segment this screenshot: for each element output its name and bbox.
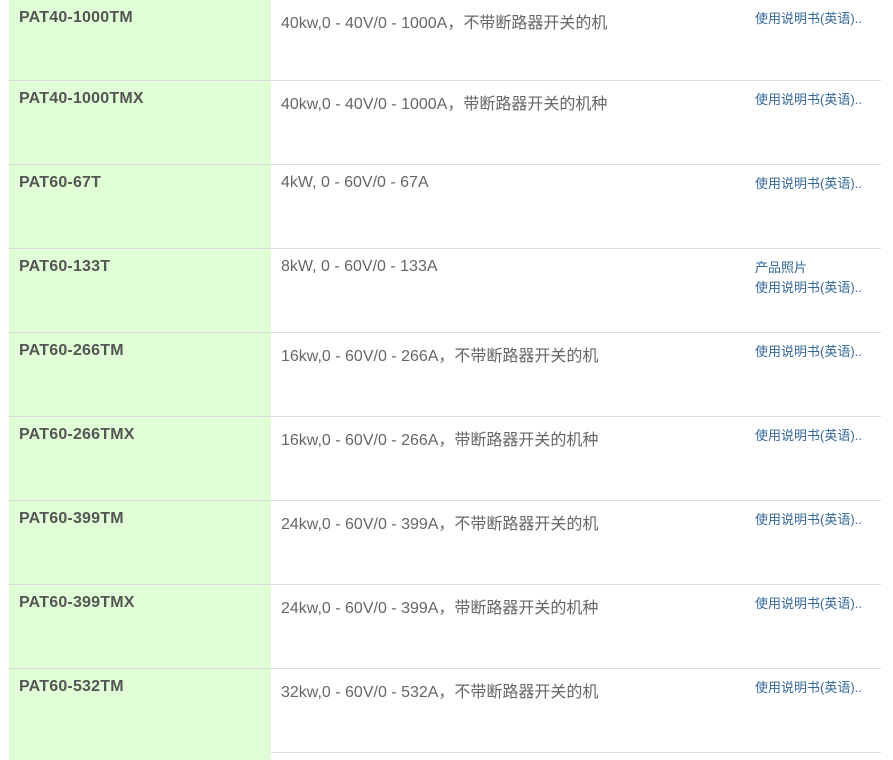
manual-link[interactable]: 使用说明书(英语).. bbox=[755, 90, 881, 110]
description-cell: 40kw,0 - 40V/0 - 1000A，不带断路器开关的机 bbox=[281, 15, 608, 32]
manual-link[interactable]: 使用说明书(英语).. bbox=[755, 9, 881, 29]
links-cell: 使用说明书(英语).. bbox=[755, 174, 881, 194]
description-cell: 8kW, 0 - 60V/0 - 133A bbox=[281, 258, 438, 275]
description-cell: 24kw,0 - 60V/0 - 399A，不带断路器开关的机 bbox=[281, 516, 599, 533]
links-cell: 使用说明书(英语).. bbox=[755, 678, 881, 698]
table-row: PAT60-399TM 24kw,0 - 60V/0 - 399A，不带断路器开… bbox=[9, 501, 881, 585]
manual-link[interactable]: 使用说明书(英语).. bbox=[755, 174, 881, 194]
links-cell: 使用说明书(英语).. bbox=[755, 510, 881, 530]
product-table: PAT40-1000TM 40kw,0 - 40V/0 - 1000A，不带断路… bbox=[9, 0, 881, 753]
table-row: PAT60-67T 4kW, 0 - 60V/0 - 67A 使用说明书(英语)… bbox=[9, 165, 881, 249]
manual-link[interactable]: 使用说明书(英语).. bbox=[755, 278, 881, 298]
table-row: PAT60-532TM 32kw,0 - 60V/0 - 532A，不带断路器开… bbox=[9, 669, 881, 753]
table-row: PAT40-1000TM 40kw,0 - 40V/0 - 1000A，不带断路… bbox=[9, 0, 881, 81]
model-name: PAT60-532TM bbox=[19, 678, 124, 695]
links-cell: 使用说明书(英语).. bbox=[755, 9, 881, 29]
model-name: PAT60-67T bbox=[19, 174, 102, 191]
links-cell: 使用说明书(英语).. bbox=[755, 594, 881, 614]
description-cell: 40kw,0 - 40V/0 - 1000A，带断路器开关的机种 bbox=[281, 96, 608, 113]
links-cell: 使用说明书(英语).. bbox=[755, 90, 881, 110]
model-name: PAT60-133T bbox=[19, 258, 111, 275]
links-cell: 产品照片 使用说明书(英语).. bbox=[755, 258, 881, 298]
next-row-model-cell bbox=[9, 752, 271, 760]
model-cell: PAT40-1000TM bbox=[9, 0, 271, 80]
manual-link[interactable]: 使用说明书(英语).. bbox=[755, 678, 881, 698]
table-row: PAT60-133T 8kW, 0 - 60V/0 - 133A 产品照片 使用… bbox=[9, 249, 881, 333]
model-name: PAT60-266TM bbox=[19, 342, 124, 359]
model-cell: PAT60-399TM bbox=[9, 501, 271, 584]
model-cell: PAT60-266TM bbox=[9, 333, 271, 416]
manual-link[interactable]: 使用说明书(英语).. bbox=[755, 510, 881, 530]
description-cell: 32kw,0 - 60V/0 - 532A，不带断路器开关的机 bbox=[281, 684, 599, 701]
manual-link[interactable]: 使用说明书(英语).. bbox=[755, 426, 881, 446]
model-name: PAT40-1000TM bbox=[19, 9, 133, 26]
links-cell: 使用说明书(英语).. bbox=[755, 426, 881, 446]
model-cell: PAT60-133T bbox=[9, 249, 271, 332]
model-name: PAT60-399TMX bbox=[19, 594, 135, 611]
table-row: PAT60-266TM 16kw,0 - 60V/0 - 266A，不带断路器开… bbox=[9, 333, 881, 417]
description-cell: 16kw,0 - 60V/0 - 266A，带断路器开关的机种 bbox=[281, 432, 599, 449]
links-cell: 使用说明书(英语).. bbox=[755, 342, 881, 362]
product-photo-link[interactable]: 产品照片 bbox=[755, 258, 881, 278]
model-cell: PAT60-399TMX bbox=[9, 585, 271, 668]
model-cell: PAT60-266TMX bbox=[9, 417, 271, 500]
model-cell: PAT60-67T bbox=[9, 165, 271, 248]
model-cell: PAT40-1000TMX bbox=[9, 81, 271, 164]
description-cell: 16kw,0 - 60V/0 - 266A，不带断路器开关的机 bbox=[281, 348, 599, 365]
table-row: PAT60-266TMX 16kw,0 - 60V/0 - 266A，带断路器开… bbox=[9, 417, 881, 501]
model-name: PAT40-1000TMX bbox=[19, 90, 144, 107]
manual-link[interactable]: 使用说明书(英语).. bbox=[755, 594, 881, 614]
table-row: PAT40-1000TMX 40kw,0 - 40V/0 - 1000A，带断路… bbox=[9, 81, 881, 165]
description-cell: 24kw,0 - 60V/0 - 399A，带断路器开关的机种 bbox=[281, 600, 599, 617]
manual-link[interactable]: 使用说明书(英语).. bbox=[755, 342, 881, 362]
model-name: PAT60-399TM bbox=[19, 510, 124, 527]
model-name: PAT60-266TMX bbox=[19, 426, 135, 443]
model-cell: PAT60-532TM bbox=[9, 669, 271, 752]
description-cell: 4kW, 0 - 60V/0 - 67A bbox=[281, 174, 429, 191]
table-row: PAT60-399TMX 24kw,0 - 60V/0 - 399A，带断路器开… bbox=[9, 585, 881, 669]
